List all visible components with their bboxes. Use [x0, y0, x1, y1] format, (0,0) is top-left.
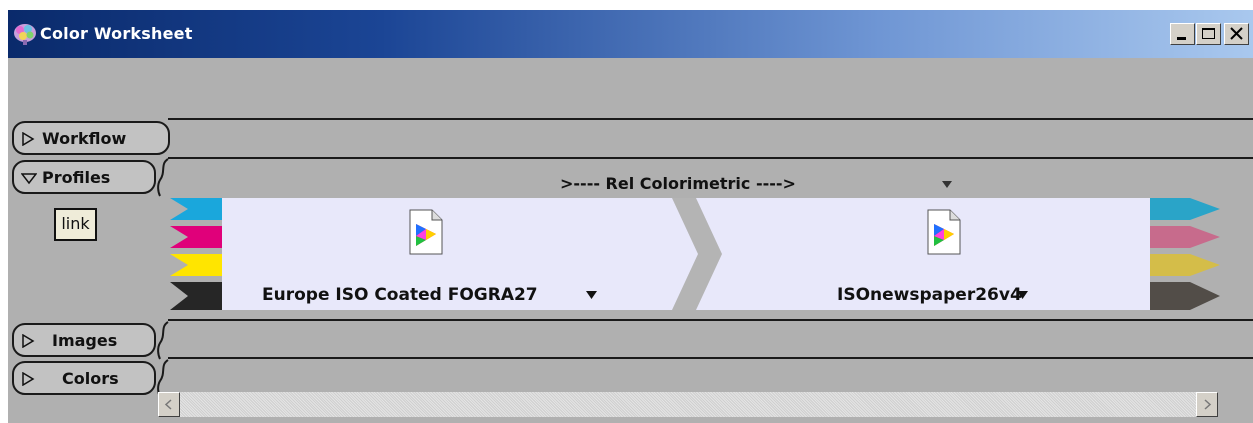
source-yellow-flag — [170, 254, 222, 276]
scroll-right-button[interactable] — [1196, 392, 1218, 417]
tab-images[interactable]: Images — [12, 323, 156, 357]
source-profile-name[interactable]: Europe ISO Coated FOGRA27 — [262, 285, 538, 305]
scroll-left-icon — [164, 399, 172, 410]
rendering-intent-label[interactable]: >---- Rel Colorimetric ----> — [560, 174, 796, 193]
horizontal-scrollbar[interactable] — [158, 392, 1218, 417]
scroll-right-icon — [1204, 399, 1212, 410]
close-icon — [1230, 27, 1243, 40]
disclosure-triangle-icon — [21, 173, 37, 185]
section-divider — [168, 157, 1253, 159]
disclosure-triangle-icon — [22, 334, 35, 348]
dest-cyan-arrow — [1150, 198, 1220, 220]
icc-profile-icon[interactable] — [409, 209, 443, 255]
tab-hook — [157, 321, 169, 360]
maximize-button[interactable] — [1196, 23, 1221, 45]
dest-black-arrow — [1150, 282, 1220, 310]
section-divider — [168, 357, 1253, 359]
maximize-icon — [1202, 28, 1215, 39]
destination-profile-name[interactable]: ISOnewspaper26v4 — [837, 285, 1022, 305]
tab-colors[interactable]: Colors — [12, 361, 156, 395]
tab-images-label: Images — [52, 331, 118, 350]
dropdown-arrow-icon[interactable] — [1017, 291, 1028, 300]
section-divider — [168, 118, 1253, 120]
title-bar[interactable]: Color Worksheet — [8, 10, 1253, 58]
scroll-left-button[interactable] — [158, 392, 180, 417]
icc-profile-icon[interactable] — [927, 209, 961, 255]
app-brain-icon — [14, 24, 36, 45]
dest-yellow-arrow — [1150, 254, 1220, 276]
tab-profiles[interactable]: Profiles — [12, 160, 156, 194]
tab-colors-label: Colors — [62, 369, 119, 388]
minimize-button[interactable] — [1170, 23, 1195, 45]
tab-hook — [157, 158, 169, 197]
color-worksheet-window: Color Worksheet Workflow Profiles >---- … — [8, 10, 1253, 423]
source-black-flag — [170, 282, 222, 310]
window-title: Color Worksheet — [40, 24, 193, 43]
dropdown-arrow-icon[interactable] — [941, 180, 953, 189]
tab-workflow-label: Workflow — [42, 129, 127, 148]
section-divider — [168, 319, 1253, 321]
tab-profiles-label: Profiles — [42, 168, 111, 187]
disclosure-triangle-icon — [22, 372, 35, 386]
minimize-icon — [1177, 37, 1186, 40]
disclosure-triangle-icon — [22, 132, 35, 146]
source-cyan-flag — [170, 198, 222, 220]
source-magenta-flag — [170, 226, 222, 248]
dest-magenta-arrow — [1150, 226, 1220, 248]
tab-workflow[interactable]: Workflow — [12, 121, 170, 155]
dropdown-arrow-icon[interactable] — [586, 291, 597, 300]
close-button[interactable] — [1224, 23, 1249, 45]
link-button[interactable]: link — [54, 208, 97, 241]
